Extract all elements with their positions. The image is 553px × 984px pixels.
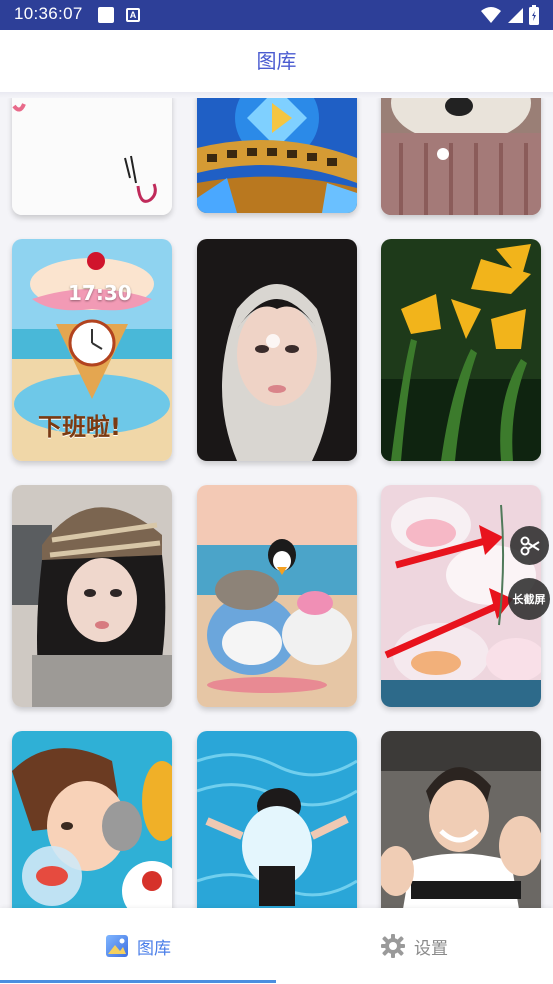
app-header: 图库 [0, 30, 553, 92]
active-tab-indicator [0, 980, 276, 983]
tab-settings[interactable]: 设置 [276, 908, 552, 984]
gallery-image-icecream-clock[interactable]: 17:30 下班啦! [12, 239, 172, 461]
gallery-image-ponyo[interactable] [12, 731, 172, 908]
gallery-image-swimmer[interactable] [197, 731, 357, 908]
gear-icon [381, 934, 405, 958]
wifi-icon [481, 7, 501, 23]
gallery-image-portrait-girl[interactable] [197, 239, 357, 461]
battery-icon [529, 5, 539, 25]
notification-icon [98, 7, 114, 23]
status-bar: 10:36:07 A [0, 0, 553, 30]
tab-gallery[interactable]: 图库 [0, 908, 276, 984]
gallery-image-girl-beanie[interactable] [12, 485, 172, 707]
tile-clock-text: 17:30 [68, 281, 132, 305]
tab-gallery-label: 图库 [137, 938, 171, 959]
tab-settings-label: 设置 [414, 938, 448, 959]
gallery-icon [106, 935, 128, 957]
gallery-image-film-reel[interactable] [197, 98, 357, 213]
gallery-image-boy-heart[interactable] [381, 731, 541, 908]
status-indicators [481, 5, 539, 25]
gallery-image-yellow-lilies[interactable] [381, 239, 541, 461]
tile-off-work-text: 下班啦! [38, 413, 121, 441]
gallery-image-dog-sweater[interactable] [381, 98, 541, 215]
long-screenshot-label: 长截屏 [512, 593, 546, 606]
keyboard-icon: A [126, 8, 140, 22]
page-title: 图库 [256, 49, 297, 73]
long-screenshot-button[interactable]: 长截屏 [508, 578, 550, 620]
bottom-navigation: 图库 设置 [0, 908, 553, 984]
gallery-image-plush-beach[interactable] [197, 485, 357, 707]
gallery-image-sketch[interactable] [12, 98, 172, 215]
signal-icon [508, 8, 523, 23]
scissors-button[interactable] [510, 526, 549, 565]
gallery-grid[interactable]: 17:30 下班啦! 长截屏 [0, 98, 553, 908]
scissors-icon [520, 536, 540, 555]
status-time: 10:36:07 [14, 4, 83, 23]
